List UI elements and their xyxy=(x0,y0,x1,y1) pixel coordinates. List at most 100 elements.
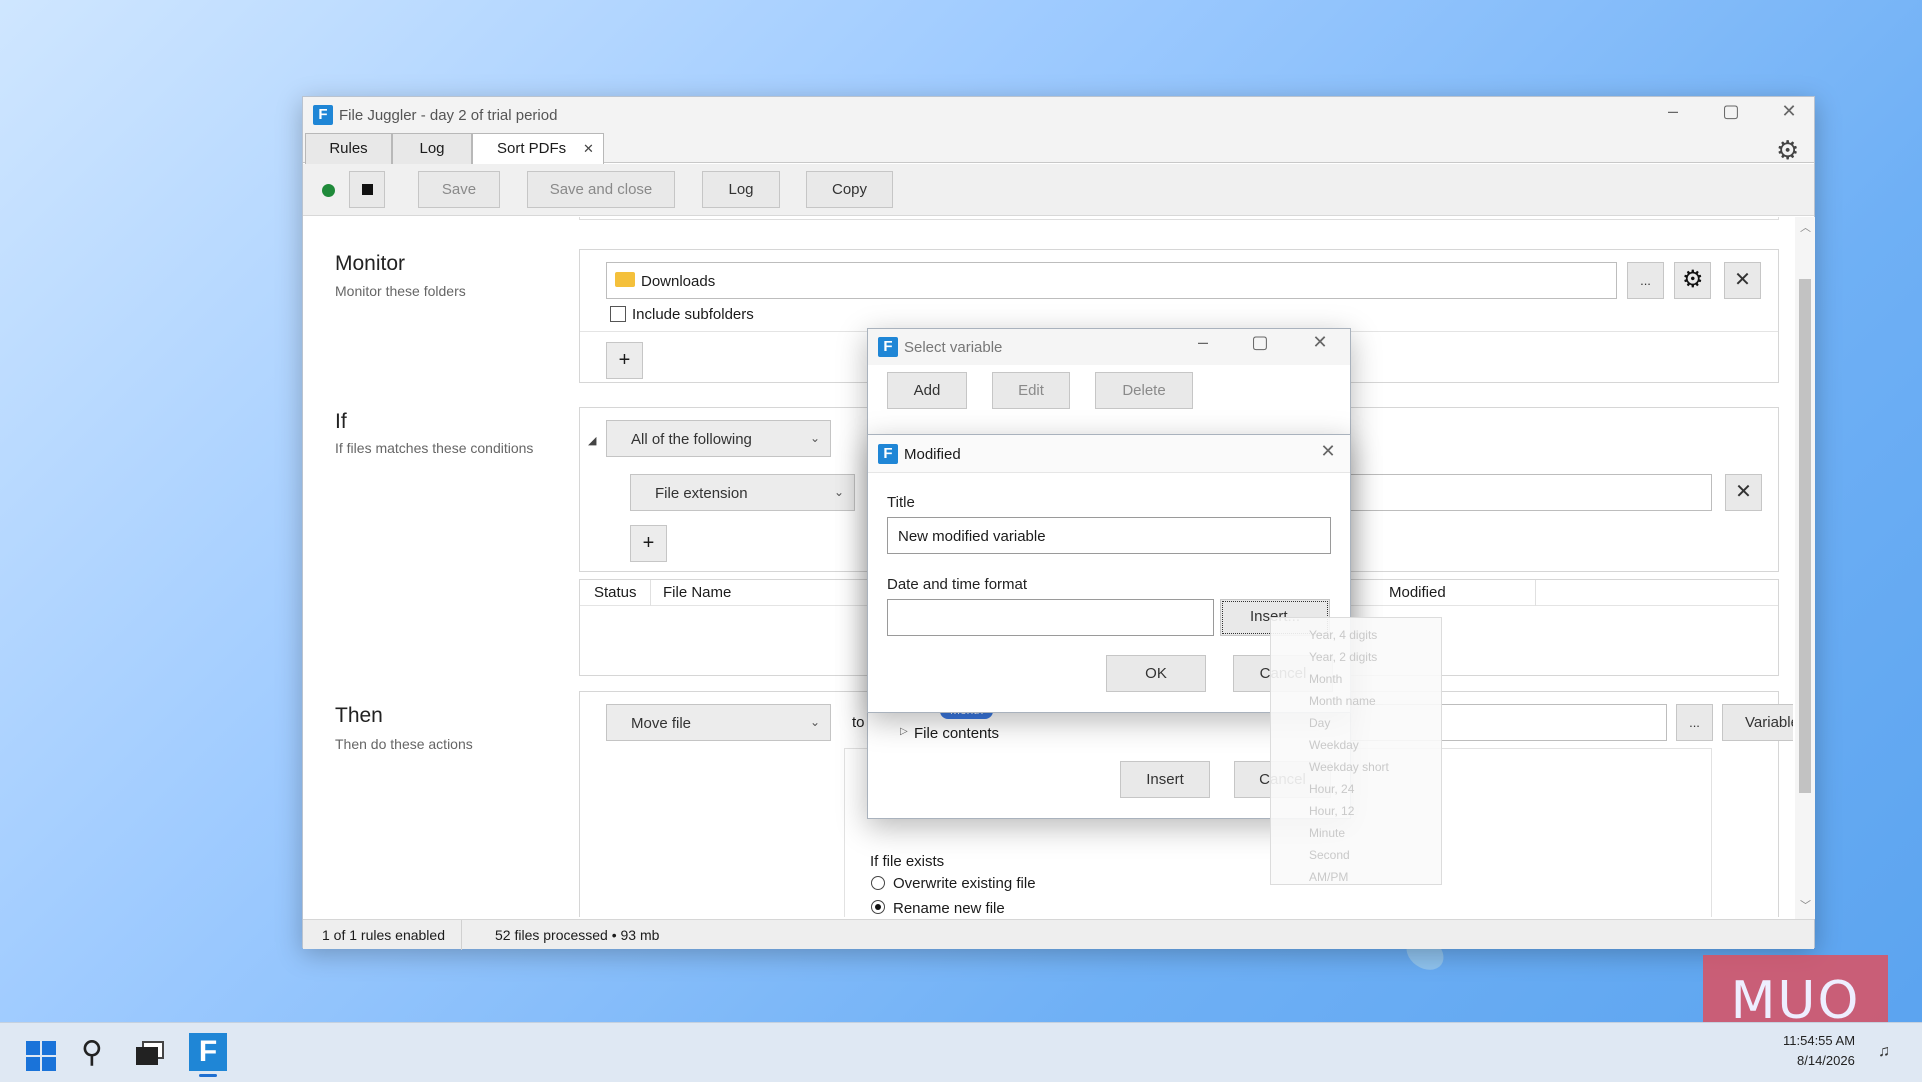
rename-label: Rename new file xyxy=(893,900,1005,917)
save-button[interactable]: Save xyxy=(418,171,500,208)
remove-condition-button[interactable]: ✕ xyxy=(1725,474,1762,511)
close-icon[interactable]: ✕ xyxy=(1769,101,1809,122)
copy-button[interactable]: Copy xyxy=(806,171,893,208)
maximize-icon[interactable]: ▢ xyxy=(1711,101,1751,122)
search-icon[interactable]: ⚲ xyxy=(81,1035,103,1070)
select-variable-title: Select variable xyxy=(904,339,1003,356)
then-subtitle: Then do these actions xyxy=(335,736,473,752)
app-logo-icon: F xyxy=(878,337,898,357)
menu-item[interactable]: Month xyxy=(1271,668,1441,690)
minimize-icon[interactable]: – xyxy=(1653,101,1693,122)
if-file-exists-label: If file exists xyxy=(870,853,945,870)
gear-icon[interactable]: ⚙ xyxy=(1776,135,1799,166)
menu-item[interactable]: Month name xyxy=(1271,690,1441,712)
file-contents-item[interactable]: File contents xyxy=(914,725,999,742)
menu-item[interactable]: Day xyxy=(1271,712,1441,734)
menu-item[interactable]: Year, 4 digits xyxy=(1271,624,1441,646)
menu-item[interactable]: Year, 2 digits xyxy=(1271,646,1441,668)
app-logo-icon: F xyxy=(878,444,898,464)
file-juggler-taskbar-icon[interactable]: F xyxy=(189,1033,227,1071)
include-subfolders-checkbox[interactable] xyxy=(610,306,626,322)
include-subfolders-label: Include subfolders xyxy=(632,306,754,323)
scroll-down-icon[interactable]: ﹀ xyxy=(1800,897,1811,913)
tab-label: Sort PDFs xyxy=(497,140,567,157)
column-file-name[interactable]: File Name xyxy=(663,584,731,601)
folder-field[interactable]: Downloads xyxy=(606,262,1617,299)
edit-variable-button[interactable]: Edit xyxy=(992,372,1070,409)
radio-dot xyxy=(875,904,881,910)
menu-item[interactable]: Weekday xyxy=(1271,734,1441,756)
variable-title-input[interactable]: New modified variable xyxy=(887,517,1331,554)
browse-destination-button[interactable]: ... xyxy=(1676,704,1713,741)
then-title: Then xyxy=(335,704,383,727)
rules-status: 1 of 1 rules enabled xyxy=(322,927,445,943)
vertical-scrollbar[interactable]: ︿ ﹀ xyxy=(1795,217,1815,919)
expand-icon[interactable]: ▷ xyxy=(900,726,908,737)
windows-start-icon[interactable] xyxy=(26,1041,56,1071)
stop-icon xyxy=(362,184,373,195)
condition-type-dropdown[interactable]: File extension ⌄ xyxy=(630,474,855,511)
status-bar: 1 of 1 rules enabled 52 files processed … xyxy=(303,919,1814,950)
window-title: File Juggler - day 2 of trial period xyxy=(339,107,558,124)
menu-item[interactable]: Weekday short xyxy=(1271,756,1441,778)
app-logo-icon: F xyxy=(313,105,333,125)
monitor-title: Monitor xyxy=(335,252,406,275)
column-divider xyxy=(650,580,651,606)
format-label: Date and time format xyxy=(887,576,1028,593)
minimize-icon[interactable]: – xyxy=(1183,332,1223,353)
gear-icon: ⚙ xyxy=(1682,266,1704,293)
date-format-input[interactable] xyxy=(887,599,1214,636)
variables-button[interactable]: Variables... xyxy=(1722,704,1793,741)
ok-button[interactable]: OK xyxy=(1106,655,1206,692)
close-icon[interactable]: ✕ xyxy=(1308,441,1348,462)
log-button[interactable]: Log xyxy=(702,171,780,208)
menu-item[interactable]: AM/PM xyxy=(1271,866,1441,888)
if-title: If xyxy=(335,410,347,433)
menu-item[interactable]: Second xyxy=(1271,844,1441,866)
task-view-icon[interactable] xyxy=(136,1041,164,1065)
remove-folder-button[interactable]: ✕ xyxy=(1724,262,1761,299)
tab-close-icon[interactable]: ✕ xyxy=(583,134,594,164)
active-app-indicator xyxy=(199,1074,217,1077)
menu-item[interactable]: Hour, 12 xyxy=(1271,800,1441,822)
insert-variable-button[interactable]: Insert xyxy=(1120,761,1210,798)
top-divider xyxy=(579,217,1779,220)
overwrite-radio[interactable] xyxy=(871,876,885,890)
menu-item[interactable]: Minute xyxy=(1271,822,1441,844)
match-mode-dropdown[interactable]: All of the following ⌄ xyxy=(606,420,831,457)
maximize-icon[interactable]: ▢ xyxy=(1240,332,1280,353)
browse-folder-button[interactable]: ... xyxy=(1627,262,1664,299)
tab-sort-pdfs[interactable]: Sort PDFs ✕ xyxy=(472,133,604,164)
column-divider xyxy=(1535,580,1536,606)
status-divider xyxy=(461,920,462,950)
condition-type-value: File extension xyxy=(655,485,748,502)
folder-settings-button[interactable]: ⚙ xyxy=(1674,262,1711,299)
collapse-triangle-icon[interactable]: ◢ xyxy=(588,434,596,447)
action-type-dropdown[interactable]: Move file ⌄ xyxy=(606,704,831,741)
folder-icon xyxy=(615,272,635,287)
notification-bell-icon[interactable]: ♫ xyxy=(1878,1043,1890,1061)
toolbar: Save Save and close Log Copy xyxy=(303,164,1814,216)
add-condition-button[interactable]: + xyxy=(630,525,667,562)
tab-bar: Rules Log Sort PDFs ✕ ⚙ xyxy=(303,133,1814,166)
tab-rules[interactable]: Rules xyxy=(305,133,392,164)
folder-name: Downloads xyxy=(641,273,716,290)
scroll-up-icon[interactable]: ︿ xyxy=(1800,219,1811,235)
scroll-thumb[interactable] xyxy=(1799,279,1811,793)
add-folder-button[interactable]: + xyxy=(606,342,643,379)
add-variable-button[interactable]: Add xyxy=(887,372,967,409)
rename-radio[interactable] xyxy=(871,900,885,914)
stop-button[interactable] xyxy=(349,171,385,208)
title-bar: F File Juggler - day 2 of trial period –… xyxy=(303,97,1814,133)
column-status[interactable]: Status xyxy=(594,584,637,601)
modified-title: Modified xyxy=(904,446,961,463)
tab-log[interactable]: Log xyxy=(392,133,472,164)
insert-format-menu: Year, 4 digits Year, 2 digits Month Mont… xyxy=(1270,617,1442,885)
delete-variable-button[interactable]: Delete xyxy=(1095,372,1193,409)
close-icon[interactable]: ✕ xyxy=(1300,332,1340,353)
save-and-close-button[interactable]: Save and close xyxy=(527,171,675,208)
column-modified[interactable]: Modified xyxy=(1389,584,1446,601)
clock-date[interactable]: 8/14/2026 xyxy=(1797,1053,1855,1068)
clock-time[interactable]: 11:54:55 AM xyxy=(1783,1033,1855,1048)
menu-item[interactable]: Hour, 24 xyxy=(1271,778,1441,800)
